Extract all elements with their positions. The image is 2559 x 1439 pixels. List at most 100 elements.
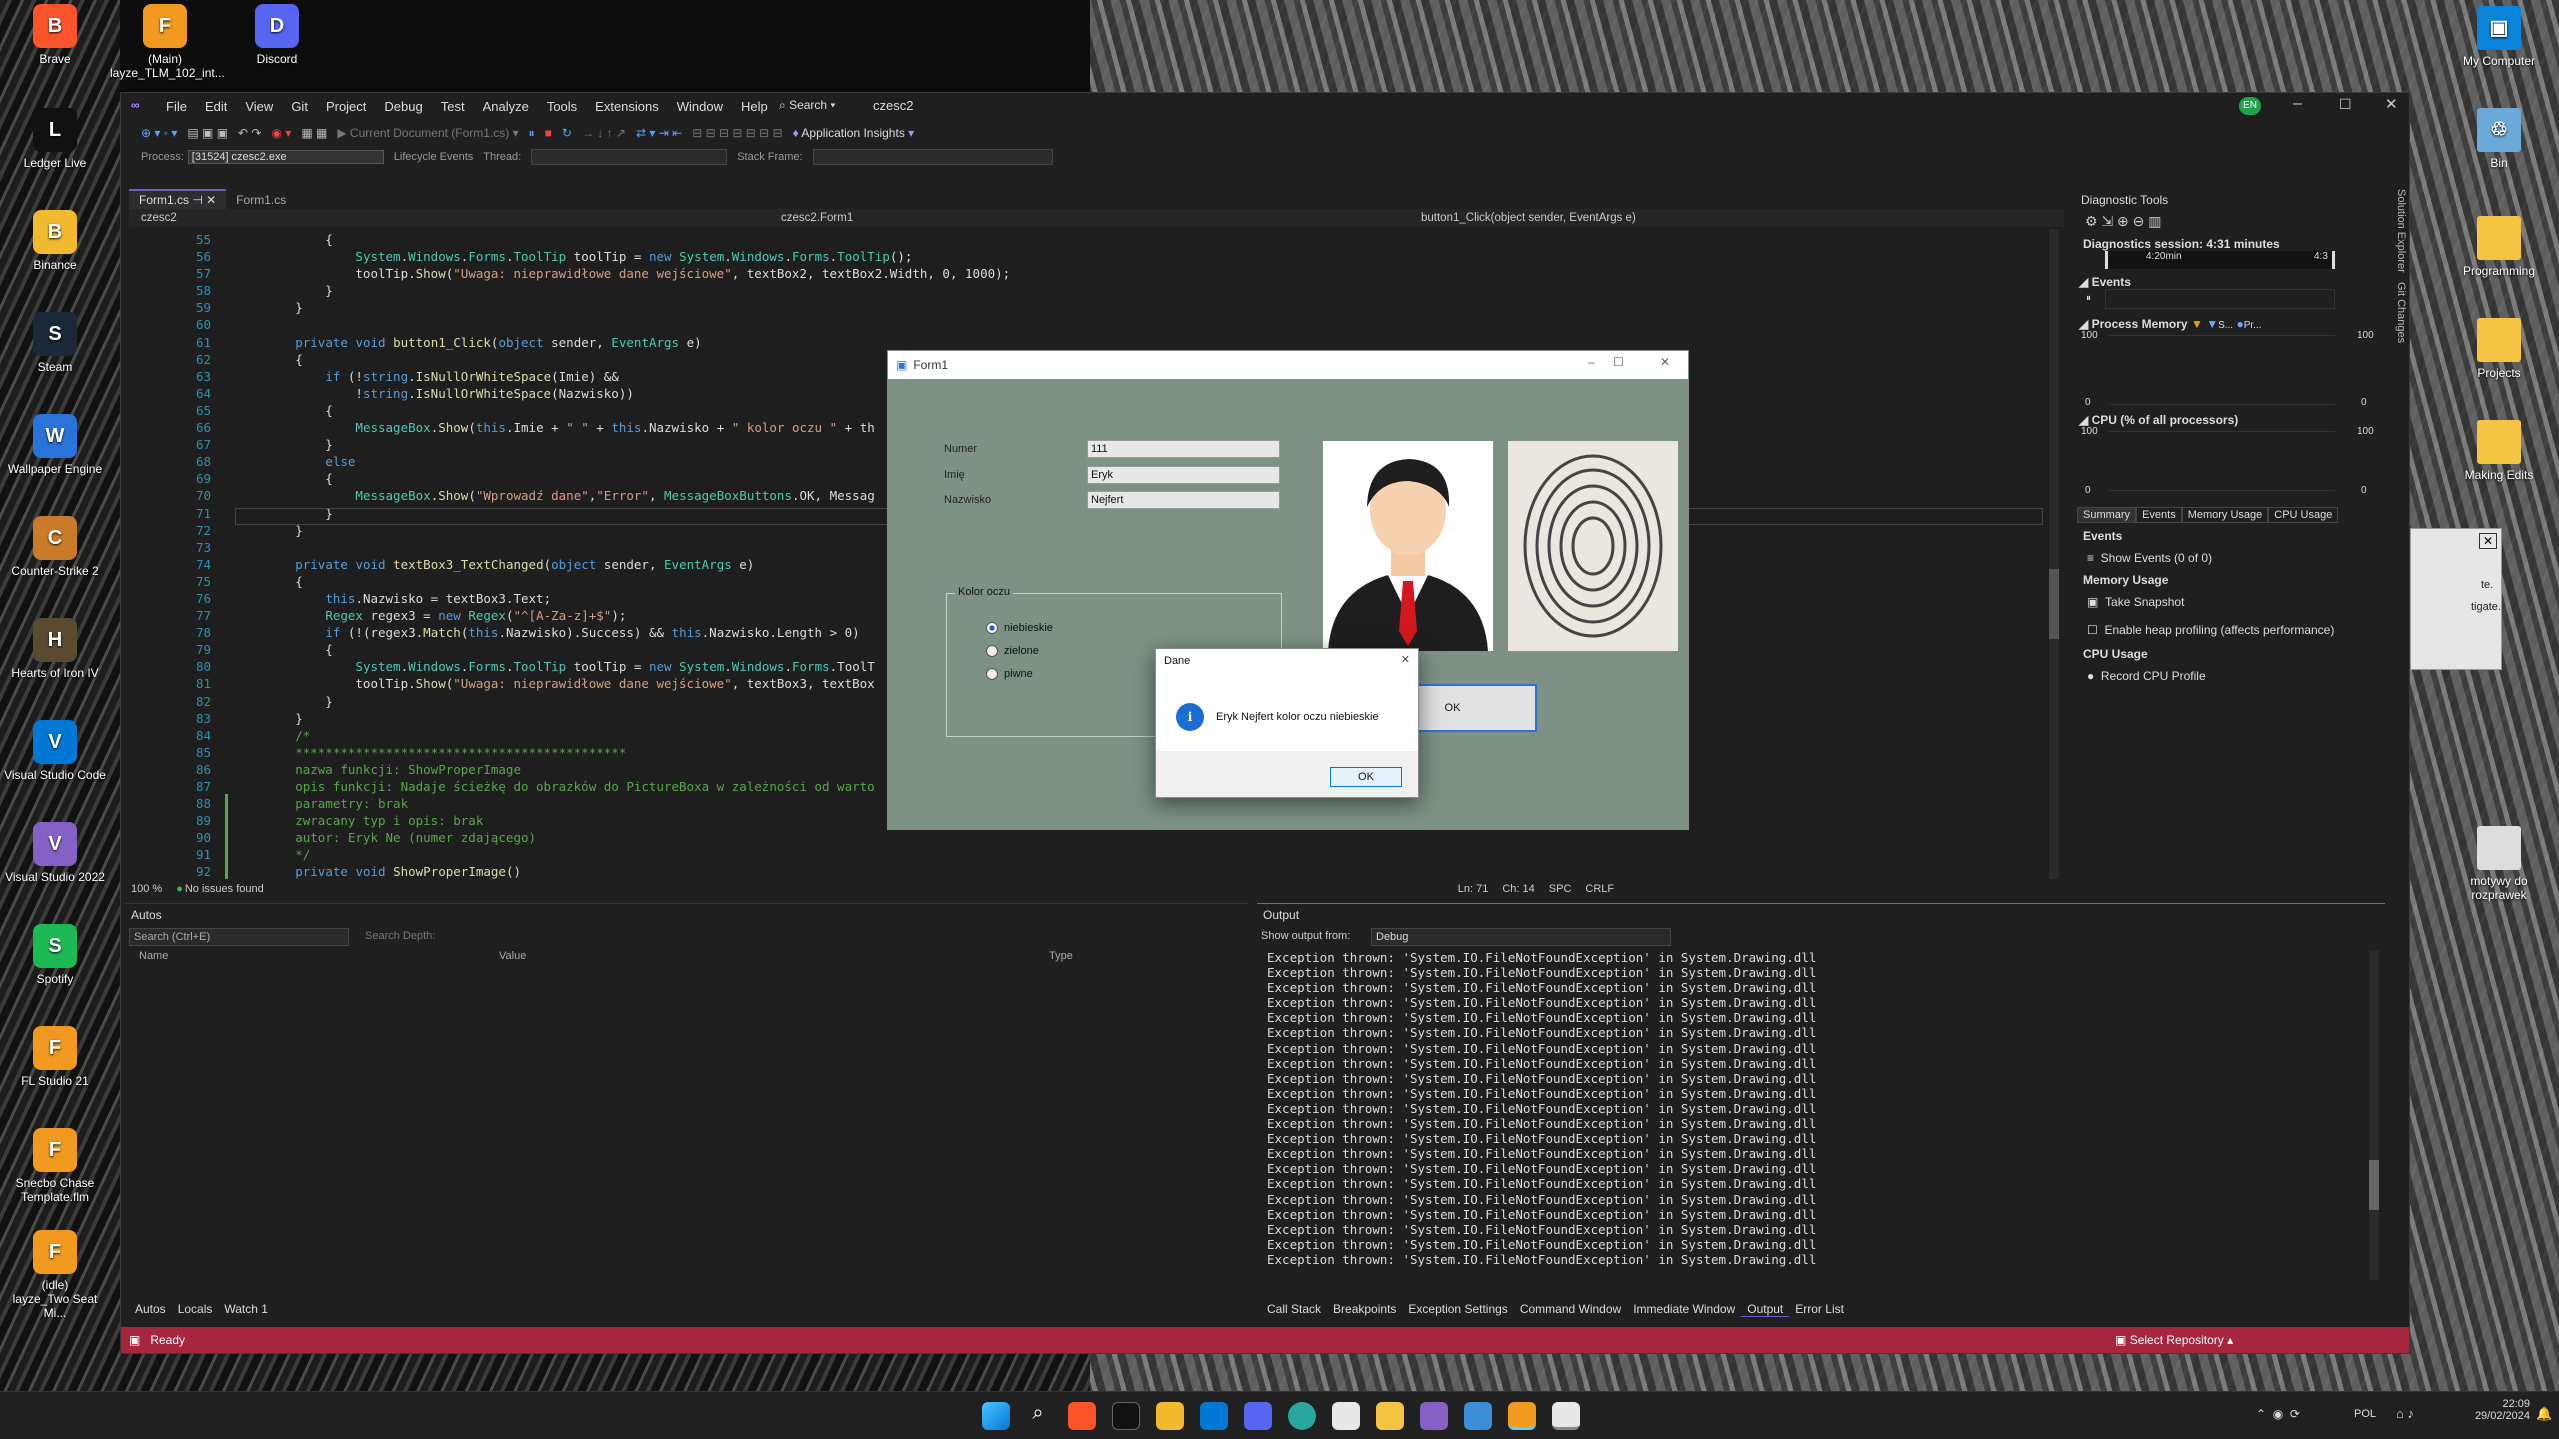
step-icons[interactable]: → ↓ ↑ ↗ [582,126,626,140]
desktop-icon[interactable]: V Visual Studio 2022 [0,822,110,884]
bottom-tab[interactable]: Breakpoints [1327,1302,1402,1317]
binance-taskbar-icon[interactable] [1156,1402,1184,1430]
notification-icon[interactable]: 🔔 [2536,1406,2552,1422]
desktop-icon[interactable]: S Steam [0,312,110,374]
code-line[interactable]: toolTip.Show("Uwaga: nieprawidłowe dane … [235,265,2045,282]
tab-form1-cs[interactable]: Form1.cs ⊣ ✕ [129,189,227,209]
diag-tab[interactable]: Memory Usage [2181,507,2269,523]
language-indicator[interactable]: POL [2354,1408,2376,1420]
imie-input[interactable]: Eryk [1087,466,1280,484]
visual-studio-taskbar-icon[interactable] [1420,1402,1448,1430]
desktop-icon[interactable]: F FL Studio 21 [0,1026,110,1088]
code-line[interactable]: autor: Eryk Ne (numer zdającego) [235,829,2045,846]
desktop-icon[interactable]: Making Edits [2444,420,2554,482]
tab-form1-cs-design[interactable]: Form1.cs [226,191,296,209]
desktop-icon[interactable]: motywy do rozprawek [2444,826,2554,902]
diag-tab[interactable]: CPU Usage [2268,507,2339,523]
menu-item[interactable]: Debug [375,99,431,114]
toolbar-icons[interactable]: ▦ ▦ [301,126,327,140]
save-icon[interactable]: ▤ ▣ ▣ [187,126,228,140]
undo-icon[interactable]: ↶ ↷ [238,126,261,140]
pause-icon[interactable]: ⏸ [529,126,535,141]
process-dropdown[interactable]: [31524] czesc2.exe [187,150,384,164]
output-text[interactable]: Exception thrown: 'System.IO.FileNotFoun… [1267,950,2362,1280]
brave-taskbar-icon[interactable] [1068,1402,1096,1430]
output-scrollbar[interactable] [2369,950,2379,1280]
discord-taskbar-icon[interactable] [1244,1402,1272,1430]
network-volume-icons[interactable]: ⌂ ♪ [2396,1406,2414,1421]
bottom-tab[interactable]: Command Window [1514,1302,1627,1317]
format-icons[interactable]: ⊟ ⊟ ⊟ ⊟ ⊟ ⊟ ⊟ [692,126,782,140]
close-button[interactable]: ✕ [1660,355,1670,369]
terminal-taskbar-icon[interactable] [1112,1402,1140,1430]
desktop-icon[interactable]: H Hearts of Iron IV [0,618,110,680]
language-badge[interactable]: EN [2239,97,2261,115]
bottom-tab[interactable]: Autos [129,1302,172,1316]
minimize-button[interactable]: – [2293,95,2302,113]
menu-item[interactable]: Git [282,99,317,114]
bottom-tab[interactable]: Watch 1 [218,1302,274,1316]
vscode-taskbar-icon[interactable] [1200,1402,1228,1430]
edge-taskbar-icon[interactable] [1288,1402,1316,1430]
desktop-icon[interactable]: B Brave [0,4,110,66]
close-icon[interactable]: ✕ [1401,653,1410,666]
radio-zielone[interactable]: zielone [986,645,1039,657]
menu-item[interactable]: File [157,99,196,114]
menu-item[interactable]: Test [432,99,474,114]
class-dropdown[interactable]: czesc2.Form1 [769,212,1409,224]
menu-item[interactable]: View [236,99,282,114]
code-line[interactable]: } [235,299,2045,316]
close-icon[interactable]: ✕ [2479,533,2497,549]
code-line[interactable]: private void ShowProperImage() [235,863,2045,880]
vertical-scrollbar[interactable] [2049,229,2059,879]
form1-taskbar-icon[interactable] [1552,1402,1580,1430]
member-dropdown[interactable]: button1_Click(object sender, EventArgs e… [1409,212,1636,224]
dialog-ok-button[interactable]: OK [1330,767,1402,787]
radio-niebieskie[interactable]: niebieskie [986,622,1053,634]
desktop-icon[interactable]: Programming [2444,216,2554,278]
diag-tab[interactable]: Summary [2077,507,2137,523]
clock[interactable]: 22:09 29/02/2024 [2450,1398,2530,1422]
menu-item[interactable]: Help [732,99,777,114]
diag-tab[interactable]: Events [2136,507,2182,523]
stack-frame-dropdown[interactable] [812,149,1053,165]
timeline[interactable]: 4:20min 4:3 [2105,251,2335,269]
menu-item[interactable]: Edit [196,99,236,114]
desktop-icon[interactable]: ▣ My Computer [2444,6,2554,68]
code-line[interactable]: private void button1_Click(object sender… [235,334,2045,351]
code-line[interactable]: { [235,231,2045,248]
start-button[interactable] [982,1402,1010,1430]
bottom-tab[interactable]: Call Stack [1261,1302,1327,1317]
desktop-icon[interactable]: W Wallpaper Engine [0,414,110,476]
bottom-tab[interactable]: Output [1741,1302,1790,1317]
fl-studio-taskbar-icon[interactable] [1508,1402,1536,1430]
col-type[interactable]: Type [1049,950,1073,966]
zoom-level[interactable]: 100 % [131,883,162,895]
search-box[interactable]: ⌕ Search ▾ [779,98,835,113]
back-icon[interactable]: ⊕ ▾ ◦ ▾ [141,126,177,140]
col-name[interactable]: Name [129,950,499,966]
nazwisko-input[interactable]: Nejfert [1087,491,1280,509]
bottom-tab[interactable]: Locals [172,1302,219,1316]
desktop-icon[interactable]: F (Main) layze_TLM_102_int... [110,4,225,80]
menu-item[interactable]: Extensions [586,99,668,114]
breakpoint-icons[interactable]: ⇄ ▾ ⇥ ⇤ [636,126,682,140]
desktop-icon[interactable]: F Snecbo Chase Template.flm [0,1128,110,1204]
side-tool-tabs[interactable]: Solution Explorer Git Changes [2385,189,2407,389]
debug-icon[interactable]: ◉ ▾ [272,126,292,140]
select-repository[interactable]: ▣ Select Repository ▴ [2115,1333,2233,1347]
project-dropdown[interactable]: czesc2 [129,212,769,224]
start-button[interactable]: ▶ Current Document (Form1.cs) ▾ [337,126,518,140]
autos-search-input[interactable]: Search (Ctrl+E) [129,928,349,946]
desktop-icon[interactable]: D Discord [222,4,332,66]
radio-piwne[interactable]: piwne [986,668,1033,680]
maximize-button[interactable]: ☐ [1613,355,1624,369]
issues-indicator[interactable]: No issues found [185,883,264,895]
bottom-tab[interactable]: Immediate Window [1627,1302,1741,1317]
restart-icon[interactable]: ↻ [562,126,572,140]
col-value[interactable]: Value [499,950,1049,966]
code-line[interactable] [235,316,2045,333]
menu-item[interactable]: Tools [538,99,586,114]
code-line[interactable]: System.Windows.Forms.ToolTip toolTip = n… [235,248,2045,265]
diag-toolbar-icons[interactable]: ⚙ ⇲ ⊕ ⊖ ▥ [2085,213,2162,230]
